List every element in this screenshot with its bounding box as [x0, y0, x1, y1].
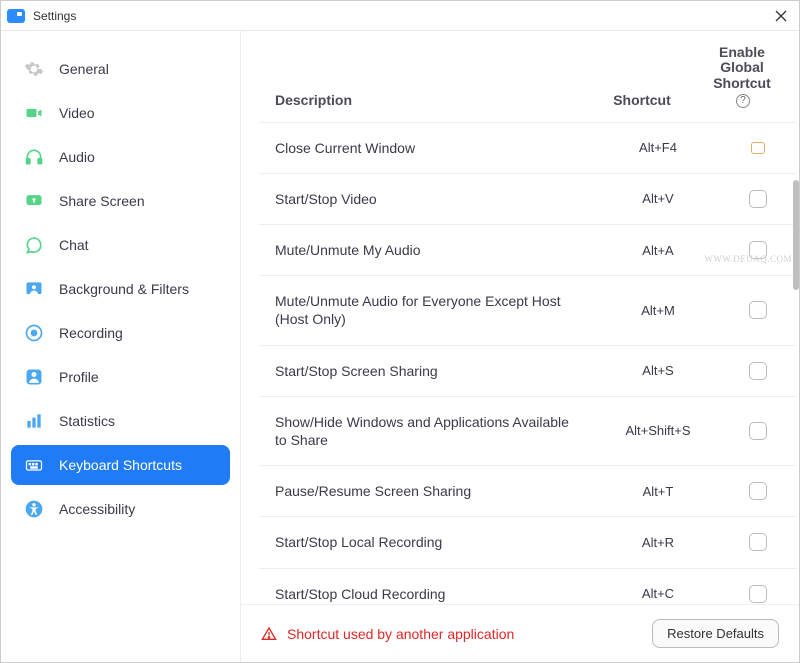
global-shortcut-checkbox[interactable] — [749, 482, 767, 500]
shortcut-row: Start/Stop Cloud RecordingAlt+C — [259, 568, 797, 604]
sidebar-item-label: Chat — [59, 237, 218, 253]
shortcut-key[interactable]: Alt+C — [593, 586, 723, 601]
global-shortcut-checkbox[interactable] — [749, 362, 767, 380]
header-description: Description — [275, 92, 577, 108]
background-icon — [23, 278, 45, 300]
shortcut-key[interactable]: Alt+V — [593, 191, 723, 206]
shortcut-row: Start/Stop Local RecordingAlt+R — [259, 516, 797, 567]
sidebar-item-audio[interactable]: Audio — [11, 137, 230, 177]
header-shortcut: Shortcut — [577, 92, 707, 108]
table-header: Description Shortcut Enable Global Short… — [241, 31, 799, 122]
sidebar-item-general[interactable]: General — [11, 49, 230, 89]
header-enable-global: Enable Global Shortcut ? — [707, 45, 777, 108]
shortcut-description: Start/Stop Screen Sharing — [275, 362, 593, 380]
main-panel: Description Shortcut Enable Global Short… — [241, 31, 799, 662]
shortcut-description: Start/Stop Cloud Recording — [275, 585, 593, 603]
sidebar-item-statistics[interactable]: Statistics — [11, 401, 230, 441]
sidebar-item-label: Video — [59, 105, 218, 121]
shortcut-global-cell — [723, 585, 793, 603]
sidebar: General Video Audio Share Screen — [1, 31, 241, 662]
shortcut-description: Start/Stop Local Recording — [275, 533, 593, 551]
sidebar-item-profile[interactable]: Profile — [11, 357, 230, 397]
window-title: Settings — [33, 9, 76, 23]
global-shortcut-checkbox[interactable] — [749, 533, 767, 551]
global-shortcut-checkbox[interactable] — [749, 190, 767, 208]
sidebar-item-label: Profile — [59, 369, 218, 385]
video-icon — [23, 102, 45, 124]
restore-defaults-button[interactable]: Restore Defaults — [652, 619, 779, 648]
table-body[interactable]: Close Current WindowAlt+F4Start/Stop Vid… — [241, 122, 799, 604]
shortcut-global-cell — [723, 142, 793, 154]
keyboard-icon — [23, 454, 45, 476]
sidebar-item-recording[interactable]: Recording — [11, 313, 230, 353]
sidebar-item-label: Statistics — [59, 413, 218, 429]
shortcut-row: Show/Hide Windows and Applications Avail… — [259, 396, 797, 465]
gear-icon — [23, 58, 45, 80]
sidebar-item-label: Audio — [59, 149, 218, 165]
shortcut-description: Mute/Unmute Audio for Everyone Except Ho… — [275, 292, 593, 328]
shortcut-row: Start/Stop Screen SharingAlt+S — [259, 345, 797, 396]
sidebar-item-video[interactable]: Video — [11, 93, 230, 133]
sidebar-item-label: Background & Filters — [59, 281, 218, 297]
warning-text: Shortcut used by another application — [287, 626, 642, 642]
shortcut-description: Start/Stop Video — [275, 190, 593, 208]
shortcut-description: Close Current Window — [275, 139, 593, 157]
header-enable-global-text: Enable Global Shortcut — [713, 44, 771, 91]
global-shortcut-checkbox[interactable] — [751, 142, 765, 154]
shortcut-key[interactable]: Alt+T — [593, 484, 723, 499]
shortcut-row: Start/Stop VideoAlt+V — [259, 173, 797, 224]
sidebar-item-share-screen[interactable]: Share Screen — [11, 181, 230, 221]
shortcut-global-cell — [723, 482, 793, 500]
sidebar-item-chat[interactable]: Chat — [11, 225, 230, 265]
content: General Video Audio Share Screen — [1, 31, 799, 662]
shortcut-row: Close Current WindowAlt+F4 — [259, 122, 797, 173]
sidebar-item-label: Accessibility — [59, 501, 218, 517]
warning-icon — [261, 626, 277, 642]
titlebar: Settings — [1, 1, 799, 31]
global-shortcut-checkbox[interactable] — [749, 585, 767, 603]
global-shortcut-checkbox[interactable] — [749, 301, 767, 319]
shortcut-global-cell — [723, 301, 793, 319]
shortcut-key[interactable]: Alt+Shift+S — [593, 423, 723, 438]
shortcut-global-cell — [723, 422, 793, 440]
shortcut-description: Pause/Resume Screen Sharing — [275, 482, 593, 500]
sidebar-item-label: Recording — [59, 325, 218, 341]
shortcut-row: Mute/Unmute My AudioAlt+A — [259, 224, 797, 275]
shortcut-global-cell — [723, 362, 793, 380]
share-screen-icon — [23, 190, 45, 212]
shortcut-row: Mute/Unmute Audio for Everyone Except Ho… — [259, 275, 797, 344]
help-icon[interactable]: ? — [736, 94, 750, 108]
close-button[interactable] — [769, 4, 793, 28]
chat-icon — [23, 234, 45, 256]
profile-icon — [23, 366, 45, 388]
shortcut-key[interactable]: Alt+F4 — [593, 140, 723, 155]
sidebar-item-accessibility[interactable]: Accessibility — [11, 489, 230, 529]
shortcut-key[interactable]: Alt+S — [593, 363, 723, 378]
shortcut-description: Mute/Unmute My Audio — [275, 241, 593, 259]
shortcut-row: Pause/Resume Screen SharingAlt+T — [259, 465, 797, 516]
headphones-icon — [23, 146, 45, 168]
accessibility-icon — [23, 498, 45, 520]
footer: Shortcut used by another application Res… — [241, 604, 799, 662]
scrollbar-thumb[interactable] — [793, 180, 799, 290]
watermark: WWW.DEUAQ.COM — [704, 254, 792, 264]
shortcut-key[interactable]: Alt+M — [593, 303, 723, 318]
recording-icon — [23, 322, 45, 344]
shortcut-description: Show/Hide Windows and Applications Avail… — [275, 413, 593, 449]
sidebar-item-background-filters[interactable]: Background & Filters — [11, 269, 230, 309]
app-icon — [7, 9, 25, 23]
statistics-icon — [23, 410, 45, 432]
shortcut-key[interactable]: Alt+R — [593, 535, 723, 550]
close-icon — [775, 10, 787, 22]
settings-window: Settings General Video — [0, 0, 800, 663]
shortcut-global-cell — [723, 190, 793, 208]
sidebar-item-label: General — [59, 61, 218, 77]
sidebar-item-label: Share Screen — [59, 193, 218, 209]
global-shortcut-checkbox[interactable] — [749, 422, 767, 440]
sidebar-item-keyboard-shortcuts[interactable]: Keyboard Shortcuts — [11, 445, 230, 485]
shortcut-global-cell — [723, 533, 793, 551]
sidebar-item-label: Keyboard Shortcuts — [59, 457, 218, 473]
